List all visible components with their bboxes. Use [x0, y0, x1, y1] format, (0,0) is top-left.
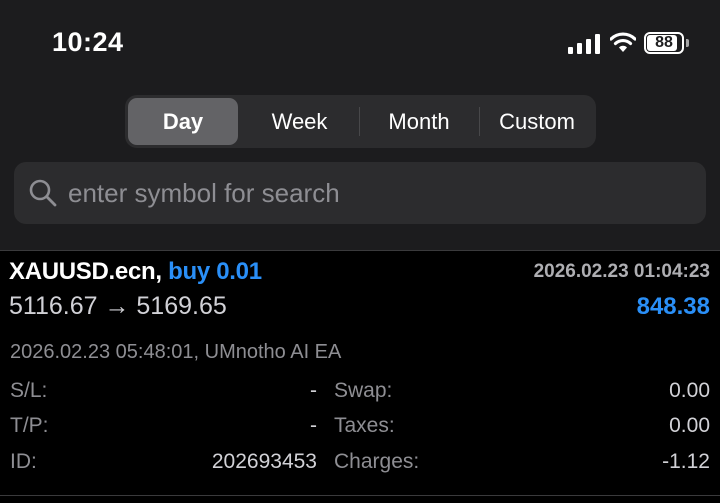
row-divider [0, 495, 720, 496]
taxes-label: Taxes: [334, 414, 395, 437]
trade-profit: 848.38 [636, 293, 710, 320]
trade-direction: buy 0.01 [168, 258, 262, 285]
segment-divider [479, 107, 480, 136]
trade-prices: 5116.67 → 5169.65 [9, 292, 227, 320]
segment-divider [359, 107, 360, 136]
sl-value: - [310, 379, 317, 402]
swap-value: 0.00 [669, 379, 710, 402]
tab-custom[interactable]: Custom [481, 98, 593, 145]
trade-symbol: XAUUSD.ecn, [9, 258, 162, 285]
id-value: 202693453 [211, 450, 317, 473]
swap-label: Swap: [334, 379, 393, 402]
search-icon [29, 179, 57, 207]
trade-history-list: XAUUSD.ecn, buy 0.01 2026.02.23 01:04:23… [0, 250, 720, 503]
period-segmented-control: Day Week Month Custom [125, 95, 596, 148]
search-bar[interactable] [14, 162, 706, 224]
tab-month[interactable]: Month [361, 98, 477, 145]
status-time: 10:24 [52, 27, 124, 57]
trade-comment: 2026.02.23 05:48:01, UMnotho AI EA [10, 341, 342, 363]
trade-symbol-line: XAUUSD.ecn, buy 0.01 [9, 258, 262, 286]
charges-label: Charges: [334, 450, 420, 473]
search-input[interactable] [68, 170, 688, 216]
wifi-icon [610, 32, 636, 52]
battery-icon: 88 [644, 32, 684, 54]
status-bar: 10:24 88 [0, 0, 720, 86]
trade-open-time: 2026.02.23 01:04:23 [533, 261, 710, 282]
battery-percent: 88 [655, 34, 673, 51]
signal-icon [568, 34, 600, 54]
tp-value: - [310, 414, 317, 437]
tab-day[interactable]: Day [128, 98, 238, 145]
tab-week[interactable]: Week [242, 98, 357, 145]
id-label: ID: [10, 450, 37, 473]
battery-cap [686, 39, 689, 47]
sl-label: S/L: [10, 379, 48, 402]
trade-item[interactable]: XAUUSD.ecn, buy 0.01 2026.02.23 01:04:23… [0, 251, 720, 503]
tp-label: T/P: [10, 414, 49, 437]
taxes-value: 0.00 [669, 414, 710, 437]
charges-value: -1.12 [662, 450, 710, 473]
